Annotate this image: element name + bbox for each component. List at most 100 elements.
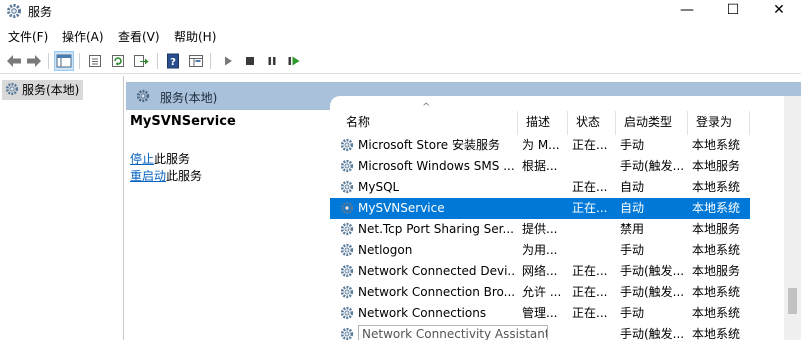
- service-description: 为用...: [522, 243, 558, 257]
- table-row[interactable]: Net.Tcp Port Sharing Ser... 提供... 禁用 本地服务: [330, 219, 750, 240]
- service-name: Network Connectivity Assistant: [358, 325, 548, 340]
- start-service-icon[interactable]: [218, 51, 238, 71]
- stop-service-link[interactable]: 停止: [130, 152, 154, 166]
- service-logon-as: 本地系统: [692, 180, 741, 194]
- console-tree: 服务(本地): [0, 76, 124, 340]
- service-status: 正在...: [572, 201, 608, 215]
- table-row[interactable]: Network Connection Bro... 允许 ... 正在... 手动(触…: [330, 282, 750, 303]
- console-tree-icon[interactable]: [54, 51, 74, 71]
- restart-service-suffix: 此服务: [166, 169, 203, 183]
- service-status: 正在...: [572, 180, 608, 194]
- restart-service-link[interactable]: 重启动: [130, 169, 166, 183]
- service-name: MySQL: [358, 180, 400, 194]
- menu-file[interactable]: 文件(F): [8, 28, 48, 45]
- gear-icon: [340, 222, 354, 239]
- services-list: ^ 名称 描述 状态 启动类型 登录为 Microsoft Store 安装服务…: [330, 96, 801, 340]
- service-logon-as: 本地服务: [692, 159, 741, 173]
- service-description: 允许 ...: [522, 285, 562, 299]
- gear-icon: [340, 180, 354, 197]
- service-name: MySVNService: [358, 201, 445, 215]
- service-startup-type: 手动(触发...: [620, 327, 685, 340]
- services-panel: 服务(本地) MySVNService 停止此服务 重启动此服务 ^ 名称 描述…: [126, 76, 801, 340]
- menu-view[interactable]: 查看(V): [118, 28, 160, 45]
- gear-icon: [5, 82, 19, 101]
- gear-icon: [340, 159, 354, 176]
- window-title: 服务: [28, 5, 53, 19]
- extended-view-icon[interactable]: [186, 51, 206, 71]
- services-gear-icon: [6, 3, 22, 19]
- service-logon-as: 本地系统: [692, 138, 741, 152]
- table-row[interactable]: Network Connectivity Assistant 手动(触发... 本地…: [330, 324, 750, 340]
- gear-icon: [340, 306, 354, 323]
- column-header-name[interactable]: 名称: [338, 111, 518, 135]
- table-row[interactable]: MySVNService 正在... 自动 本地系统: [330, 198, 750, 219]
- service-startup-type: 手动(触发...: [620, 285, 685, 299]
- service-name: Network Connection Bro...: [358, 285, 516, 299]
- table-row[interactable]: Microsoft Windows SMS ... 根据... 手动(触发... 本地…: [330, 156, 750, 177]
- stop-service-icon[interactable]: [240, 51, 260, 71]
- back-arrow-icon[interactable]: [4, 51, 24, 71]
- column-header-startup-type[interactable]: 启动类型: [616, 111, 688, 135]
- service-description: 为 M...: [522, 138, 560, 152]
- pause-service-icon[interactable]: [262, 51, 282, 71]
- forward-arrow-icon[interactable]: [24, 51, 44, 71]
- service-description: 根据...: [522, 159, 558, 173]
- refresh-icon[interactable]: [108, 51, 128, 71]
- service-startup-type: 手动: [620, 138, 645, 152]
- service-startup-type: 自动: [620, 201, 645, 215]
- service-name: Microsoft Windows SMS ...: [358, 159, 515, 173]
- table-row[interactable]: MySQL 正在... 自动 本地系统: [330, 177, 750, 198]
- restart-action: 重启动此服务: [130, 167, 202, 184]
- service-logon-as: 本地服务: [692, 264, 741, 278]
- gear-icon: [340, 327, 354, 340]
- toolbar: ?: [0, 48, 801, 74]
- service-startup-type: 手动(触发...: [620, 159, 685, 173]
- table-row[interactable]: Microsoft Store 安装服务 为 M... 正在... 手动 本地系统: [330, 135, 750, 156]
- service-name: Network Connections: [358, 306, 487, 320]
- service-description: 提供...: [522, 222, 558, 236]
- service-description: 网络...: [522, 264, 558, 278]
- gear-icon: [340, 243, 354, 260]
- service-startup-type: 手动(触发...: [620, 264, 685, 278]
- service-logon-as: 本地系统: [692, 285, 741, 299]
- properties-icon[interactable]: [85, 51, 105, 71]
- selected-service-name: MySVNService: [130, 114, 236, 129]
- tree-item-services-local[interactable]: 服务(本地): [2, 80, 84, 101]
- service-description: 管理...: [522, 306, 558, 320]
- maximize-button[interactable]: ☐: [710, 0, 756, 22]
- export-list-icon[interactable]: [131, 51, 151, 71]
- service-status: 正在...: [572, 285, 608, 299]
- service-logon-as: 本地系统: [692, 201, 741, 215]
- table-row[interactable]: Network Connected Devi... 网络... 正在... 手动(触发…: [330, 261, 750, 282]
- toolbar-separator: [79, 53, 80, 69]
- service-name: Netlogon: [358, 243, 413, 257]
- vertical-scrollbar[interactable]: [784, 96, 801, 340]
- title-bar: 服务 — ☐ ✕: [0, 0, 801, 22]
- tree-item-label: 服务(本地): [22, 83, 80, 97]
- gear-icon: [340, 138, 354, 155]
- close-button[interactable]: ✕: [756, 0, 801, 22]
- column-header-logon-as[interactable]: 登录为: [688, 111, 750, 135]
- menu-help[interactable]: 帮助(H): [174, 28, 216, 45]
- service-startup-type: 手动: [620, 306, 645, 320]
- panel-header-title: 服务(本地): [160, 91, 218, 105]
- scrollbar-thumb[interactable]: [788, 288, 797, 314]
- stop-action: 停止此服务: [130, 150, 190, 167]
- toolbar-separator: [157, 53, 158, 69]
- gear-icon: [340, 285, 354, 302]
- service-name: Net.Tcp Port Sharing Ser...: [358, 222, 514, 236]
- menu-bar: 文件(F) 操作(A) 查看(V) 帮助(H): [0, 26, 801, 46]
- service-status: 正在...: [572, 138, 608, 152]
- service-status: 正在...: [572, 264, 608, 278]
- help-icon[interactable]: ?: [163, 51, 183, 71]
- service-name: Network Connected Devi...: [358, 264, 516, 278]
- table-row[interactable]: Network Connections 管理... 正在... 手动 本地系统: [330, 303, 750, 324]
- menu-action[interactable]: 操作(A): [62, 28, 104, 45]
- table-row[interactable]: Netlogon 为用... 手动 本地系统: [330, 240, 750, 261]
- column-header-status[interactable]: 状态: [568, 111, 616, 135]
- service-logon-as: 本地系统: [692, 306, 741, 320]
- minimize-button[interactable]: —: [664, 0, 710, 22]
- gear-icon: [340, 201, 354, 218]
- column-header-description[interactable]: 描述: [518, 111, 568, 135]
- restart-service-icon[interactable]: [284, 51, 304, 71]
